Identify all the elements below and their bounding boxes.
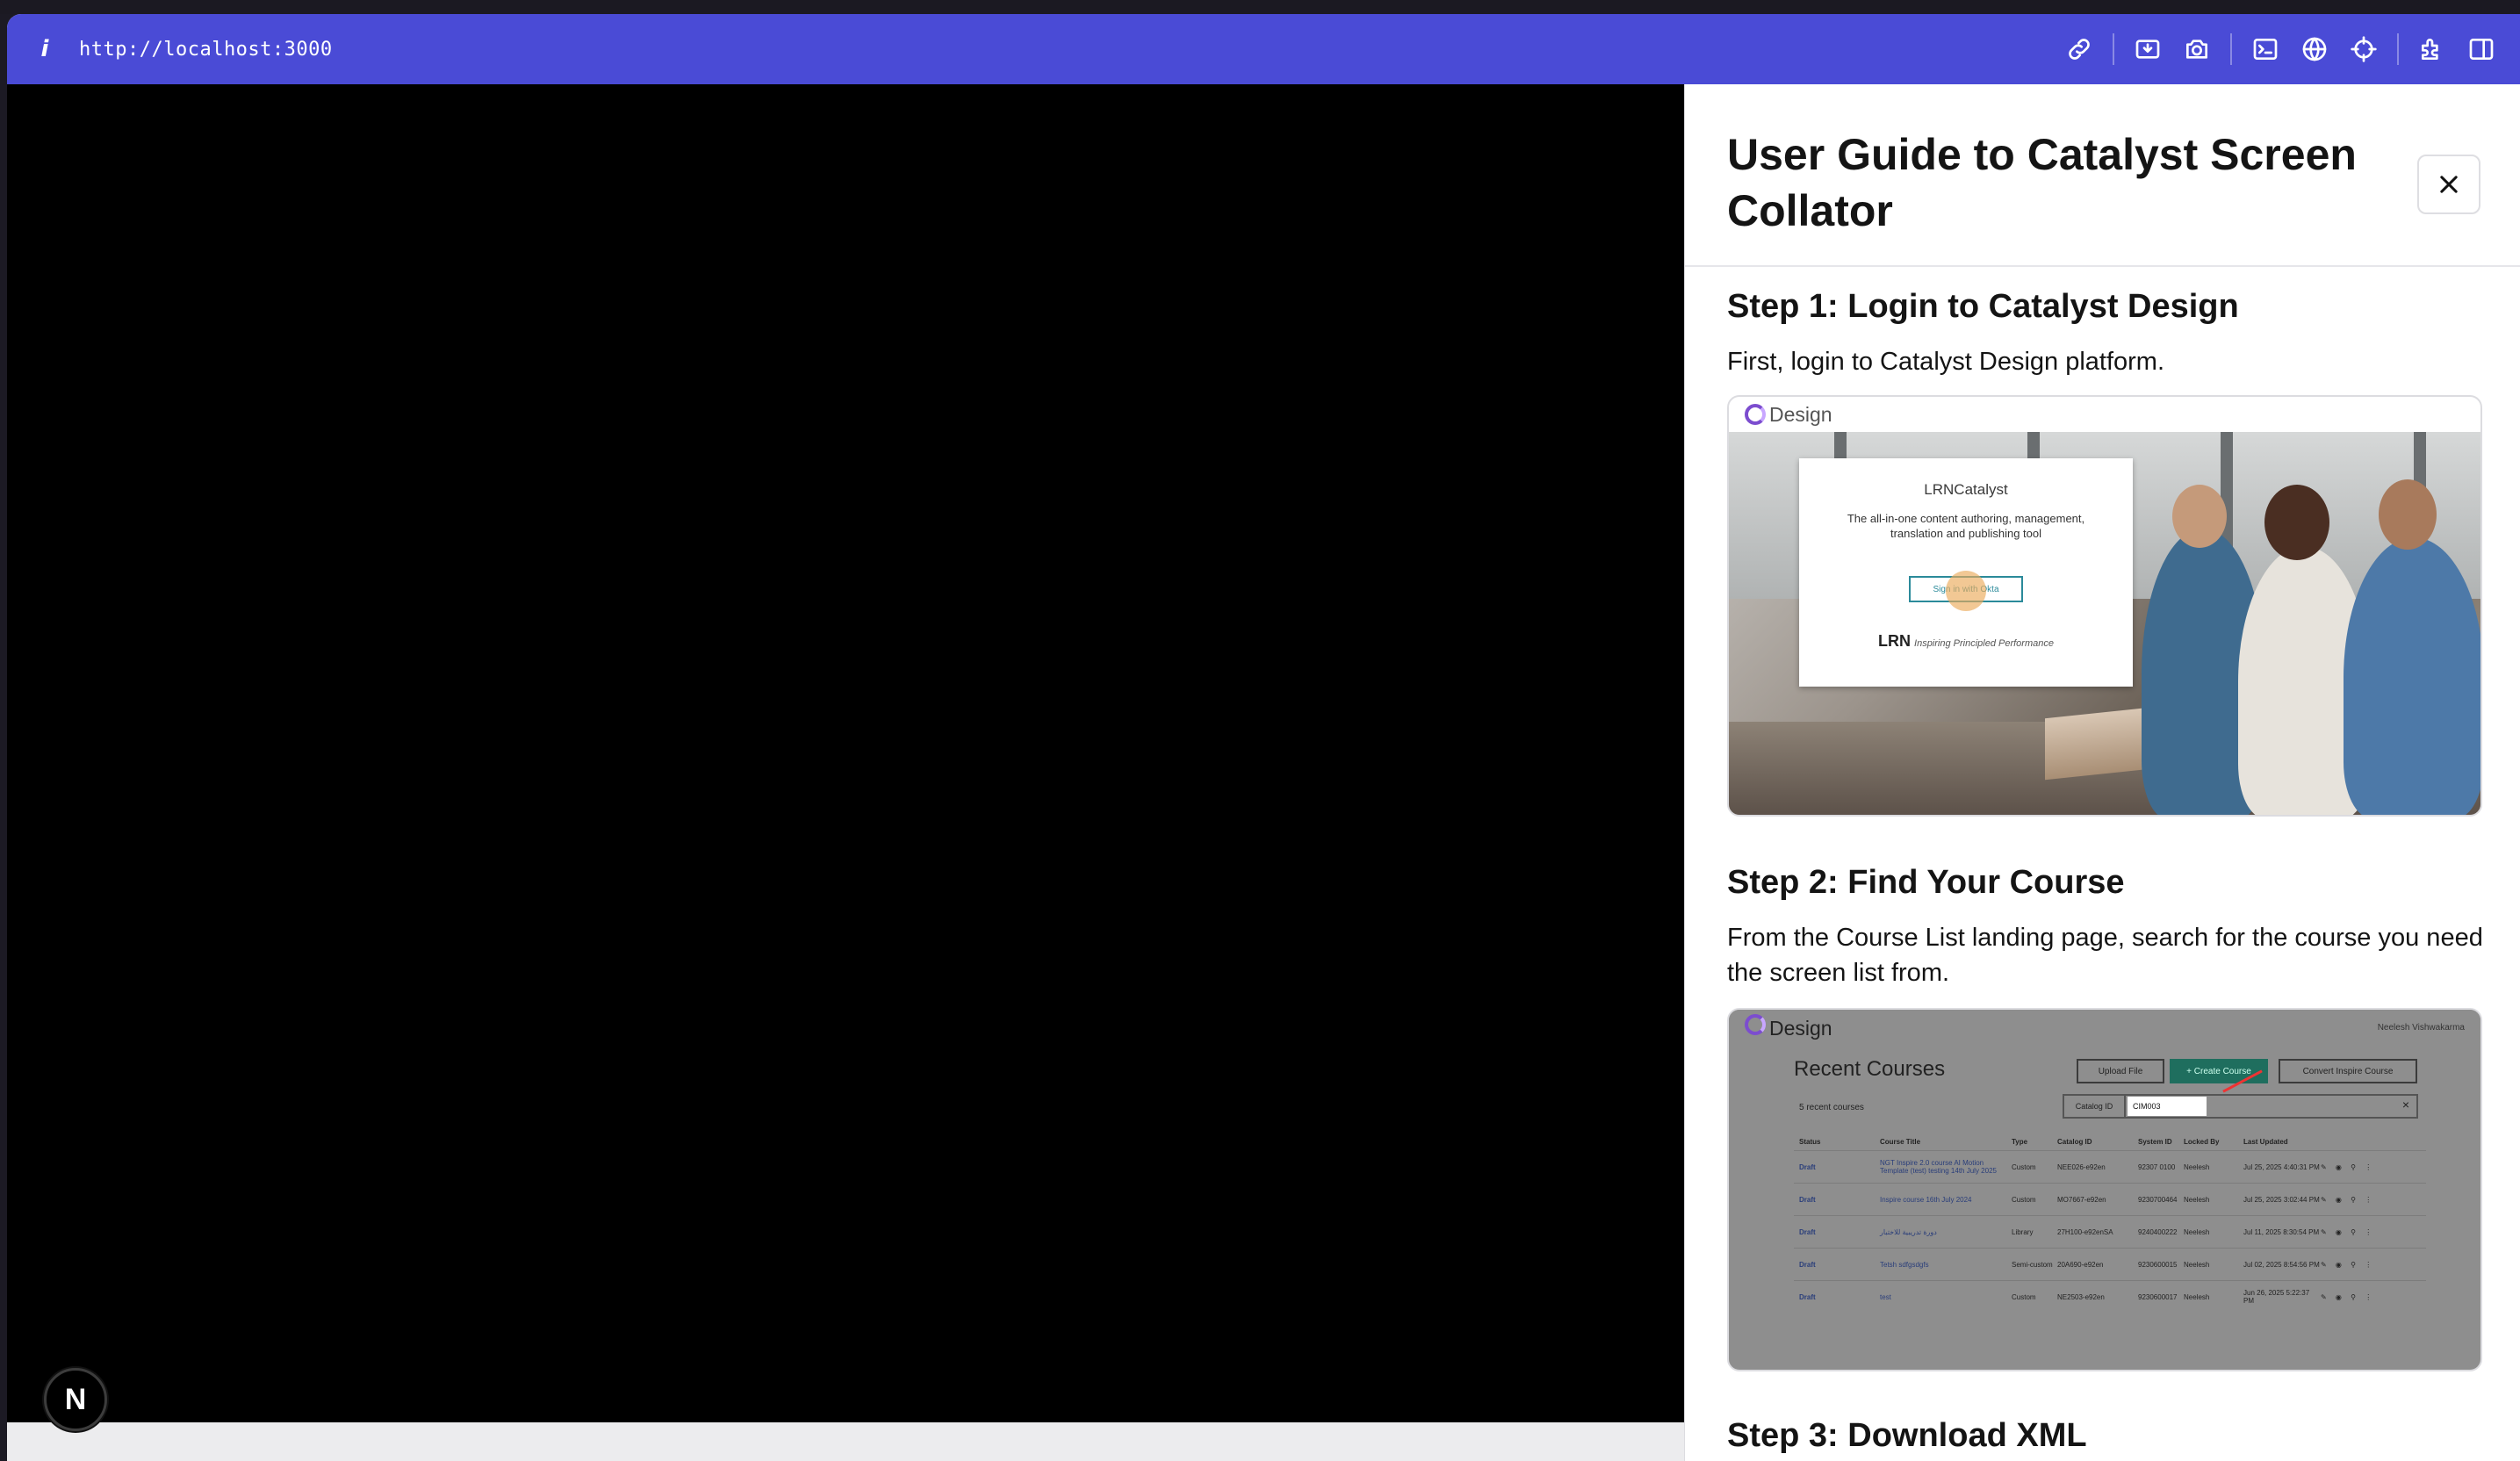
table-cell: Neelesh bbox=[2184, 1227, 2210, 1236]
table-cell: Draft bbox=[1799, 1227, 1816, 1236]
table-cell: Jul 25, 2025 4:40:31 PM bbox=[2243, 1162, 2320, 1171]
globe-icon[interactable] bbox=[2290, 25, 2339, 74]
table-cell: MO7667-e92en bbox=[2057, 1195, 2106, 1204]
clear-icon: × bbox=[2401, 1098, 2409, 1112]
catalyst-logo-icon bbox=[1745, 404, 1766, 425]
table-cell: 20A690-e92en bbox=[2057, 1260, 2104, 1269]
url-field[interactable]: http://localhost:3000 bbox=[79, 39, 333, 61]
screenshot-region-icon[interactable] bbox=[2123, 25, 2172, 74]
toolbar-actions bbox=[2055, 14, 2506, 84]
toolbar-divider bbox=[2230, 33, 2232, 65]
table-row: Draft test Custom NE2503-e92en 9230600017 Nee… bbox=[1794, 1280, 2426, 1313]
step-1-text: First, login to Catalyst Design platform… bbox=[1727, 348, 2165, 376]
crosshair-icon[interactable] bbox=[2339, 25, 2388, 74]
table-cell: test bbox=[1880, 1292, 1891, 1301]
table-cell: Neelesh bbox=[2184, 1162, 2210, 1171]
terminal-icon[interactable] bbox=[2241, 25, 2290, 74]
table-cell: Custom bbox=[2012, 1292, 2036, 1301]
table-cell: 9230600017 bbox=[2138, 1292, 2178, 1301]
table-cell: 9240400222 bbox=[2138, 1227, 2178, 1236]
table-cell: 9230600015 bbox=[2138, 1260, 2178, 1269]
extension-icon[interactable] bbox=[2408, 25, 2457, 74]
table-row: Draft دورة تدريبية للاختبار Library 27H100-… bbox=[1794, 1215, 2426, 1248]
nextjs-badge-icon[interactable]: N bbox=[44, 1368, 107, 1431]
table-cell: ✎ ◉ ⚲ ⋮ bbox=[2321, 1260, 2376, 1269]
step-2-text: From the Course List landing page, searc… bbox=[1727, 924, 2483, 987]
table-cell: Tetsh sdfgsdgfs bbox=[1880, 1260, 1929, 1269]
table-cell: Custom bbox=[2012, 1162, 2036, 1171]
viewport-bottom-bar bbox=[7, 1422, 1684, 1461]
table-cell: NEE026-e92en bbox=[2057, 1162, 2106, 1171]
split-panel-icon[interactable] bbox=[2457, 25, 2506, 74]
table-cell: Draft bbox=[1799, 1292, 1816, 1301]
table-cell: Draft bbox=[1799, 1162, 1816, 1171]
window-top-strip bbox=[0, 0, 2520, 14]
table-cell: ✎ ◉ ⚲ ⋮ bbox=[2321, 1162, 2376, 1171]
step-1-title: Step 1: Login to Catalyst Design bbox=[1727, 288, 2239, 325]
table-cell: Library bbox=[2012, 1227, 2034, 1236]
table-row: Draft NGT Inspire 2.0 course AI Motion Te… bbox=[1794, 1150, 2426, 1183]
step-1-screenshot: Design LRNCatalyst The all-in-one conten bbox=[1727, 395, 2482, 817]
login-photo: LRNCatalyst The all-in-one content autho… bbox=[1729, 432, 2480, 815]
table-row: Draft Tetsh sdfgsdgfs Semi-custom 20A690-e9… bbox=[1794, 1248, 2426, 1280]
table-cell: Jul 02, 2025 8:54:56 PM bbox=[2243, 1260, 2320, 1269]
link-icon[interactable] bbox=[2055, 25, 2104, 74]
close-button[interactable] bbox=[2417, 155, 2480, 214]
table-cell: 9230700464 bbox=[2138, 1195, 2178, 1204]
table-cell: 27H100-e92enSA bbox=[2057, 1227, 2113, 1236]
user-guide-panel: User Guide to Catalyst Screen Collator S… bbox=[1684, 84, 2520, 1461]
table-row: Draft Inspire course 16th July 2024 Custom… bbox=[1794, 1183, 2426, 1215]
step-2-screenshot: Design Neelesh Vishwakarma Recent Course… bbox=[1727, 1008, 2482, 1371]
screenshot-header: Design bbox=[1729, 397, 2480, 432]
close-icon bbox=[2440, 176, 2458, 193]
table-cell: Draft bbox=[1799, 1195, 1816, 1204]
table-cell: Draft bbox=[1799, 1260, 1816, 1269]
toolbar-divider bbox=[2113, 33, 2114, 65]
table-cell: ✎ ◉ ⚲ ⋮ bbox=[2321, 1195, 2376, 1204]
app-frame: i http://localhost:3000 N User Guide to … bbox=[7, 14, 2520, 1461]
table-cell: Jul 11, 2025 8:30:54 PM bbox=[2243, 1227, 2320, 1236]
table-cell: NGT Inspire 2.0 course AI Motion Templat… bbox=[1880, 1159, 1997, 1175]
click-indicator bbox=[1946, 571, 1986, 611]
lrn-catalyst-logo: LRNCatalyst bbox=[1924, 481, 2008, 498]
table-cell: Neelesh bbox=[2184, 1195, 2210, 1204]
browser-toolbar: i http://localhost:3000 bbox=[7, 14, 2520, 84]
screenshot-header: Design Neelesh Vishwakarma bbox=[1729, 1010, 2480, 1045]
table-cell: NE2503-e92en bbox=[2057, 1292, 2105, 1301]
course-table: Status Course Title Type Catalog ID Syst… bbox=[1794, 1133, 2426, 1313]
table-cell: ✎ ◉ ⚲ ⋮ bbox=[2321, 1227, 2376, 1236]
panel-header: User Guide to Catalyst Screen Collator bbox=[1685, 84, 2520, 267]
table-cell: 92307 0100 bbox=[2138, 1162, 2176, 1171]
course-search: Catalog ID CIM003 × bbox=[2063, 1094, 2418, 1119]
table-cell: ✎ ◉ ⚲ ⋮ bbox=[2321, 1292, 2376, 1301]
catalyst-logo-icon bbox=[1745, 1014, 1766, 1035]
table-cell: Custom bbox=[2012, 1195, 2036, 1204]
table-cell: Neelesh bbox=[2184, 1292, 2210, 1301]
table-cell: Neelesh bbox=[2184, 1260, 2210, 1269]
table-cell: Inspire course 16th July 2024 bbox=[1880, 1195, 1972, 1204]
toolbar-divider bbox=[2397, 33, 2399, 65]
camera-icon[interactable] bbox=[2172, 25, 2221, 74]
step-2-title: Step 2: Find Your Course bbox=[1727, 864, 2125, 901]
table-cell: Jul 25, 2025 3:02:44 PM bbox=[2243, 1195, 2320, 1204]
login-card: LRNCatalyst The all-in-one content autho… bbox=[1799, 458, 2133, 687]
okta-signin-button: Sign in with Okta bbox=[1909, 571, 2023, 611]
table-cell: دورة تدريبية للاختبار bbox=[1880, 1227, 1937, 1236]
preview-viewport[interactable] bbox=[7, 84, 1684, 1422]
table-cell: Semi-custom bbox=[2012, 1260, 2053, 1269]
table-cell: Jun 26, 2025 5:22:37 PM bbox=[2243, 1289, 2310, 1305]
step-3-title: Step 3: Download XML bbox=[1727, 1417, 2087, 1454]
panel-title: User Guide to Catalyst Screen Collator bbox=[1727, 130, 2357, 235]
info-icon[interactable]: i bbox=[32, 36, 58, 62]
